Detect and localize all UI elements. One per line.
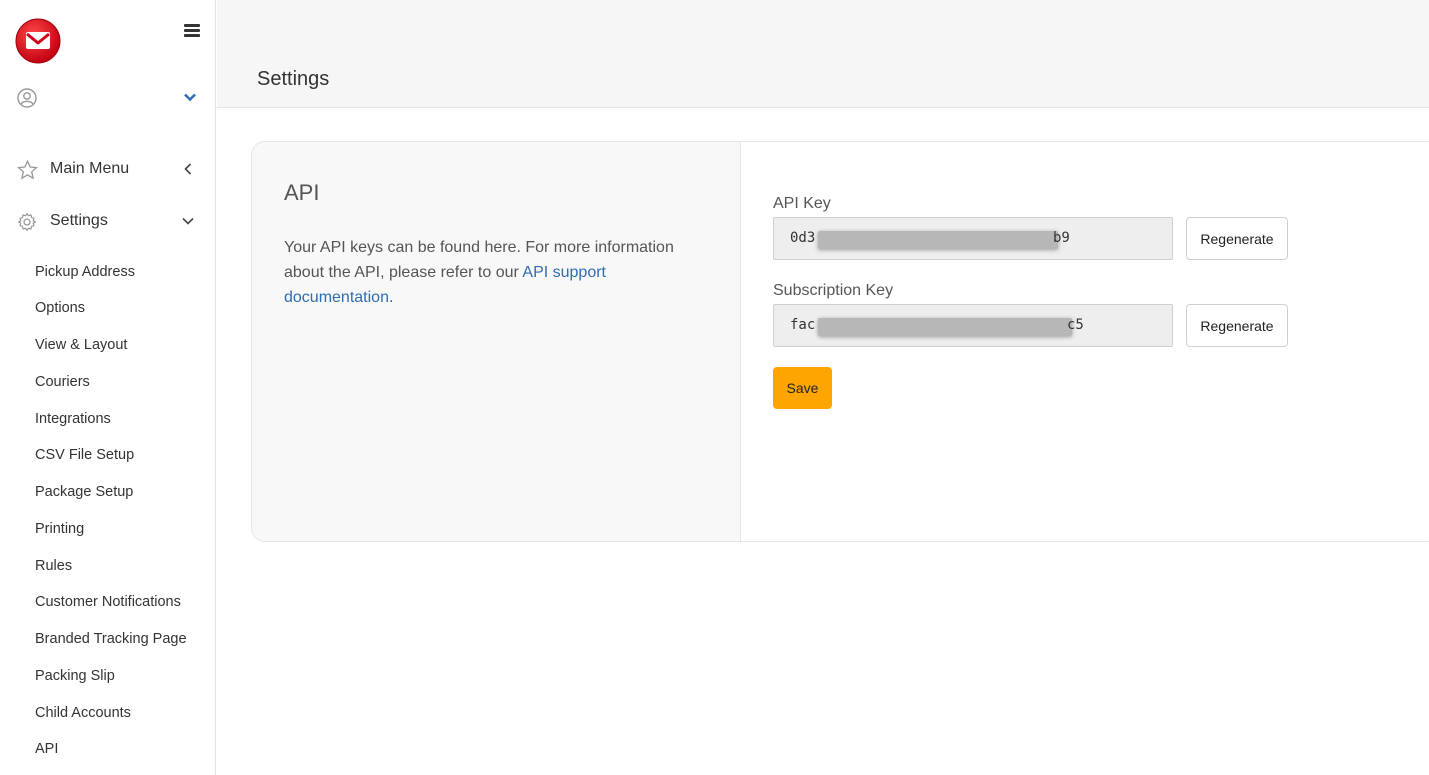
subscription-key-start: fac	[790, 317, 816, 333]
sidebar-item-view-layout[interactable]: View & Layout	[35, 337, 127, 353]
user-icon	[17, 88, 37, 108]
redaction-bar	[818, 318, 1072, 336]
gear-icon	[17, 212, 37, 232]
sidebar-item-csv-file-setup[interactable]: CSV File Setup	[35, 447, 134, 463]
chevron-down-icon	[184, 93, 196, 102]
user-account-dropdown[interactable]	[17, 88, 202, 110]
page-header: Settings	[217, 0, 1429, 108]
sidebar-item-options[interactable]: Options	[35, 300, 85, 316]
nav-settings[interactable]: Settings	[0, 204, 216, 240]
section-description: Your API keys can be found here. For mor…	[284, 235, 714, 310]
sidebar-item-printing[interactable]: Printing	[35, 521, 84, 537]
sidebar-item-couriers[interactable]: Couriers	[35, 374, 90, 390]
sidebar-item-packing-slip[interactable]: Packing Slip	[35, 668, 115, 684]
star-icon	[17, 160, 38, 180]
description-text: Your API keys can be found here. For mor…	[284, 239, 674, 281]
subscription-key-end: c5	[1067, 317, 1084, 333]
sidebar-item-api[interactable]: API	[35, 741, 58, 757]
hamburger-menu-icon[interactable]	[184, 24, 200, 38]
save-button[interactable]: Save	[773, 367, 832, 409]
sidebar-item-pickup-address[interactable]: Pickup Address	[35, 264, 135, 280]
nav-settings-label: Settings	[50, 212, 108, 229]
subscription-key-label: Subscription Key	[773, 282, 894, 299]
regenerate-api-key-button[interactable]: Regenerate	[1186, 217, 1288, 260]
api-key-end: b9	[1053, 230, 1070, 246]
api-key-label: API Key	[773, 195, 831, 212]
chevron-left-icon	[184, 163, 192, 175]
envelope-logo-icon[interactable]	[15, 18, 61, 64]
api-settings-card: API Your API keys can be found here. For…	[251, 141, 1429, 542]
api-key-field[interactable]: 0d3 b9	[773, 217, 1173, 260]
description-suffix: .	[388, 289, 394, 306]
sidebar-item-child-accounts[interactable]: Child Accounts	[35, 705, 131, 721]
redaction-bar	[818, 231, 1058, 249]
regenerate-subscription-key-button[interactable]: Regenerate	[1186, 304, 1288, 347]
nav-main-menu[interactable]: Main Menu	[0, 152, 216, 188]
sidebar-item-integrations[interactable]: Integrations	[35, 411, 111, 427]
sidebar-item-package-setup[interactable]: Package Setup	[35, 484, 133, 500]
sidebar-item-branded-tracking-page[interactable]: Branded Tracking Page	[35, 631, 187, 647]
sidebar-item-rules[interactable]: Rules	[35, 558, 72, 574]
subscription-key-field[interactable]: fac c5	[773, 304, 1173, 347]
page-title: Settings	[257, 68, 330, 90]
sidebar: Main Menu Settings Pickup Address Option…	[0, 0, 216, 775]
nav-main-menu-label: Main Menu	[50, 160, 130, 177]
api-info-panel: API Your API keys can be found here. For…	[252, 142, 741, 541]
chevron-down-icon	[182, 217, 194, 225]
section-title: API	[284, 180, 320, 205]
sidebar-item-customer-notifications[interactable]: Customer Notifications	[35, 594, 181, 610]
api-key-start: 0d3	[790, 230, 816, 246]
